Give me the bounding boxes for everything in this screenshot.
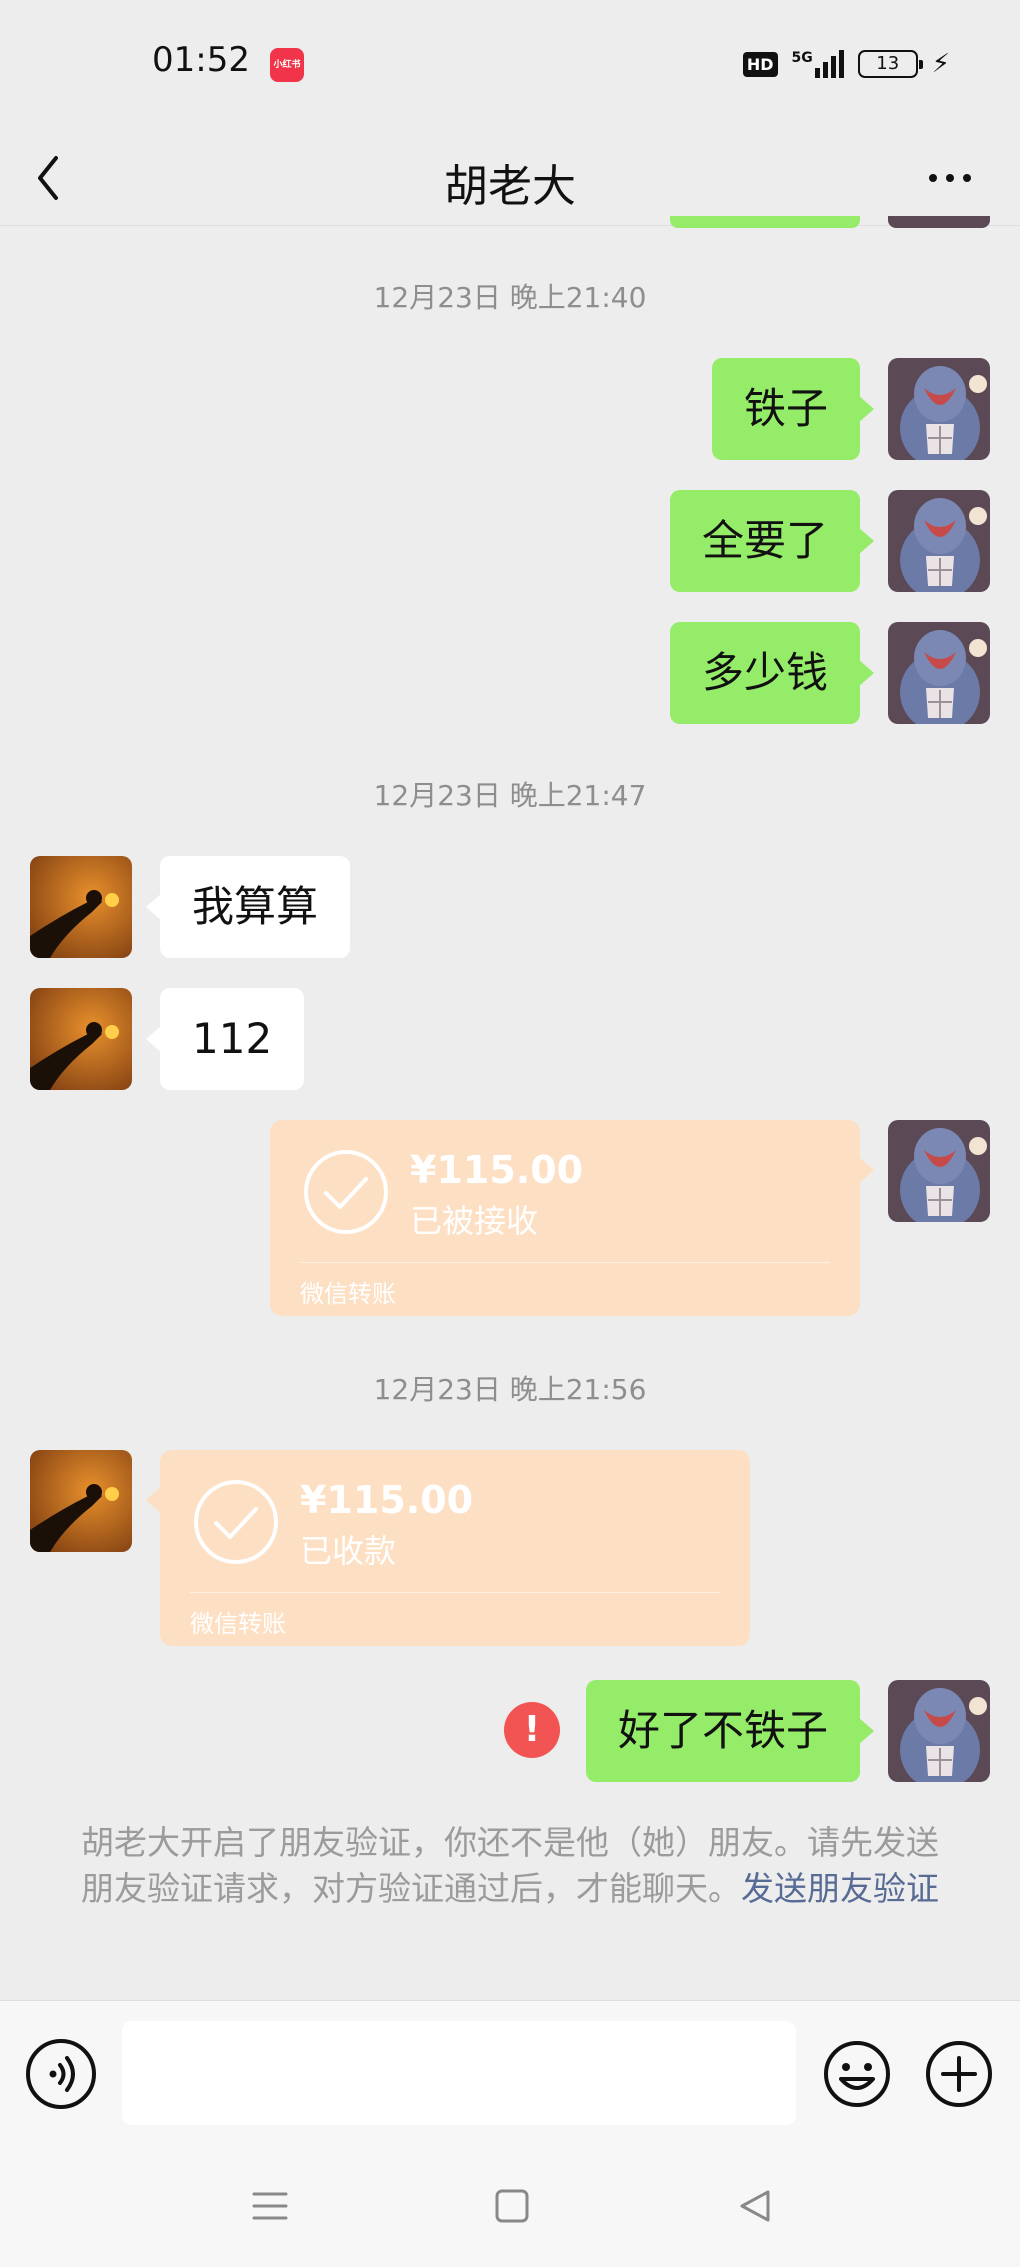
previous-message-fragment bbox=[670, 216, 860, 228]
input-bar bbox=[0, 2000, 1020, 2150]
my-avatar[interactable] bbox=[888, 490, 990, 592]
contact-avatar[interactable] bbox=[30, 1450, 132, 1552]
my-avatar[interactable] bbox=[888, 1680, 990, 1782]
transfer-amount: ¥115.00 bbox=[300, 1478, 474, 1522]
check-circle-icon bbox=[304, 1150, 388, 1234]
hd-icon: HD bbox=[742, 51, 778, 77]
plus-icon bbox=[926, 2041, 992, 2107]
signal-icon: 5G bbox=[792, 50, 844, 78]
transfer-card-sent[interactable]: ¥115.00 已被接收 微信转账 bbox=[270, 1120, 874, 1316]
transfer-amount: ¥115.00 bbox=[410, 1148, 584, 1192]
contact-avatar[interactable] bbox=[30, 856, 132, 958]
transfer-label: 微信转账 bbox=[300, 1280, 396, 1308]
previous-avatar-fragment bbox=[888, 216, 990, 228]
message-bubble-received[interactable]: 我算算 bbox=[145, 856, 351, 958]
friend-verification-notice: 胡老大开启了朋友验证，你还不是他（她）朋友。请先发送朋友验证请求，对方验证通过后… bbox=[70, 1820, 950, 1912]
transfer-status: 已被接收 bbox=[410, 1202, 539, 1240]
timestamp: 12月23日 晚上21:56 bbox=[373, 1373, 647, 1406]
system-navigation-bar bbox=[0, 2150, 1020, 2267]
recent-apps-button[interactable] bbox=[248, 2184, 292, 2228]
back-triangle-icon bbox=[740, 2190, 770, 2222]
message-bubble-sent[interactable]: 多少钱 bbox=[669, 622, 875, 724]
more-icon bbox=[929, 174, 971, 182]
emoji-button[interactable] bbox=[822, 2039, 892, 2109]
app-notification-icon: 小红书 bbox=[270, 48, 304, 82]
transfer-status: 已收款 bbox=[300, 1532, 397, 1570]
network-type: 5G bbox=[791, 50, 813, 66]
status-indicators: HD 5G 13 ⚡ bbox=[742, 44, 950, 84]
chat-header: 胡老大 bbox=[0, 130, 1020, 226]
divider bbox=[190, 1592, 720, 1593]
transfer-card-received[interactable]: ¥115.00 已收款 微信转账 bbox=[146, 1450, 750, 1646]
status-bar: 01:52 小红书 HD 5G 13 ⚡ bbox=[0, 0, 1020, 130]
timestamp: 12月23日 晚上21:40 bbox=[373, 281, 647, 314]
timestamp: 12月23日 晚上21:47 bbox=[373, 779, 647, 812]
contact-avatar[interactable] bbox=[30, 988, 132, 1090]
charging-icon: ⚡ bbox=[931, 49, 950, 79]
back-nav-button[interactable] bbox=[734, 2184, 778, 2228]
send-verification-link[interactable]: 发送朋友验证 bbox=[741, 1869, 939, 1908]
my-avatar[interactable] bbox=[888, 622, 990, 724]
battery-icon: 13 bbox=[857, 50, 923, 78]
emoji-icon bbox=[824, 2041, 890, 2107]
divider bbox=[300, 1262, 830, 1263]
my-avatar[interactable] bbox=[888, 358, 990, 460]
message-bubble-sent[interactable]: 好了不铁子 bbox=[585, 1680, 875, 1782]
more-actions-button[interactable] bbox=[924, 2039, 994, 2109]
check-circle-icon bbox=[194, 1480, 278, 1564]
voice-icon bbox=[49, 2056, 75, 2092]
message-bubble-sent[interactable]: 铁子 bbox=[711, 358, 875, 460]
message-bubble-sent[interactable]: 全要了 bbox=[669, 490, 875, 592]
home-icon bbox=[495, 2189, 529, 2223]
chat-title: 胡老大 bbox=[444, 161, 576, 212]
message-input[interactable] bbox=[122, 2021, 796, 2125]
home-button[interactable] bbox=[490, 2184, 534, 2228]
transfer-label: 微信转账 bbox=[190, 1610, 286, 1638]
send-failed-icon[interactable]: ! bbox=[504, 1702, 560, 1758]
more-button[interactable] bbox=[920, 158, 980, 198]
message-bubble-received[interactable]: 112 bbox=[145, 988, 305, 1090]
voice-button[interactable] bbox=[26, 2039, 96, 2109]
status-time: 01:52 bbox=[152, 40, 250, 80]
my-avatar[interactable] bbox=[888, 1120, 990, 1222]
menu-icon bbox=[252, 2192, 288, 2220]
